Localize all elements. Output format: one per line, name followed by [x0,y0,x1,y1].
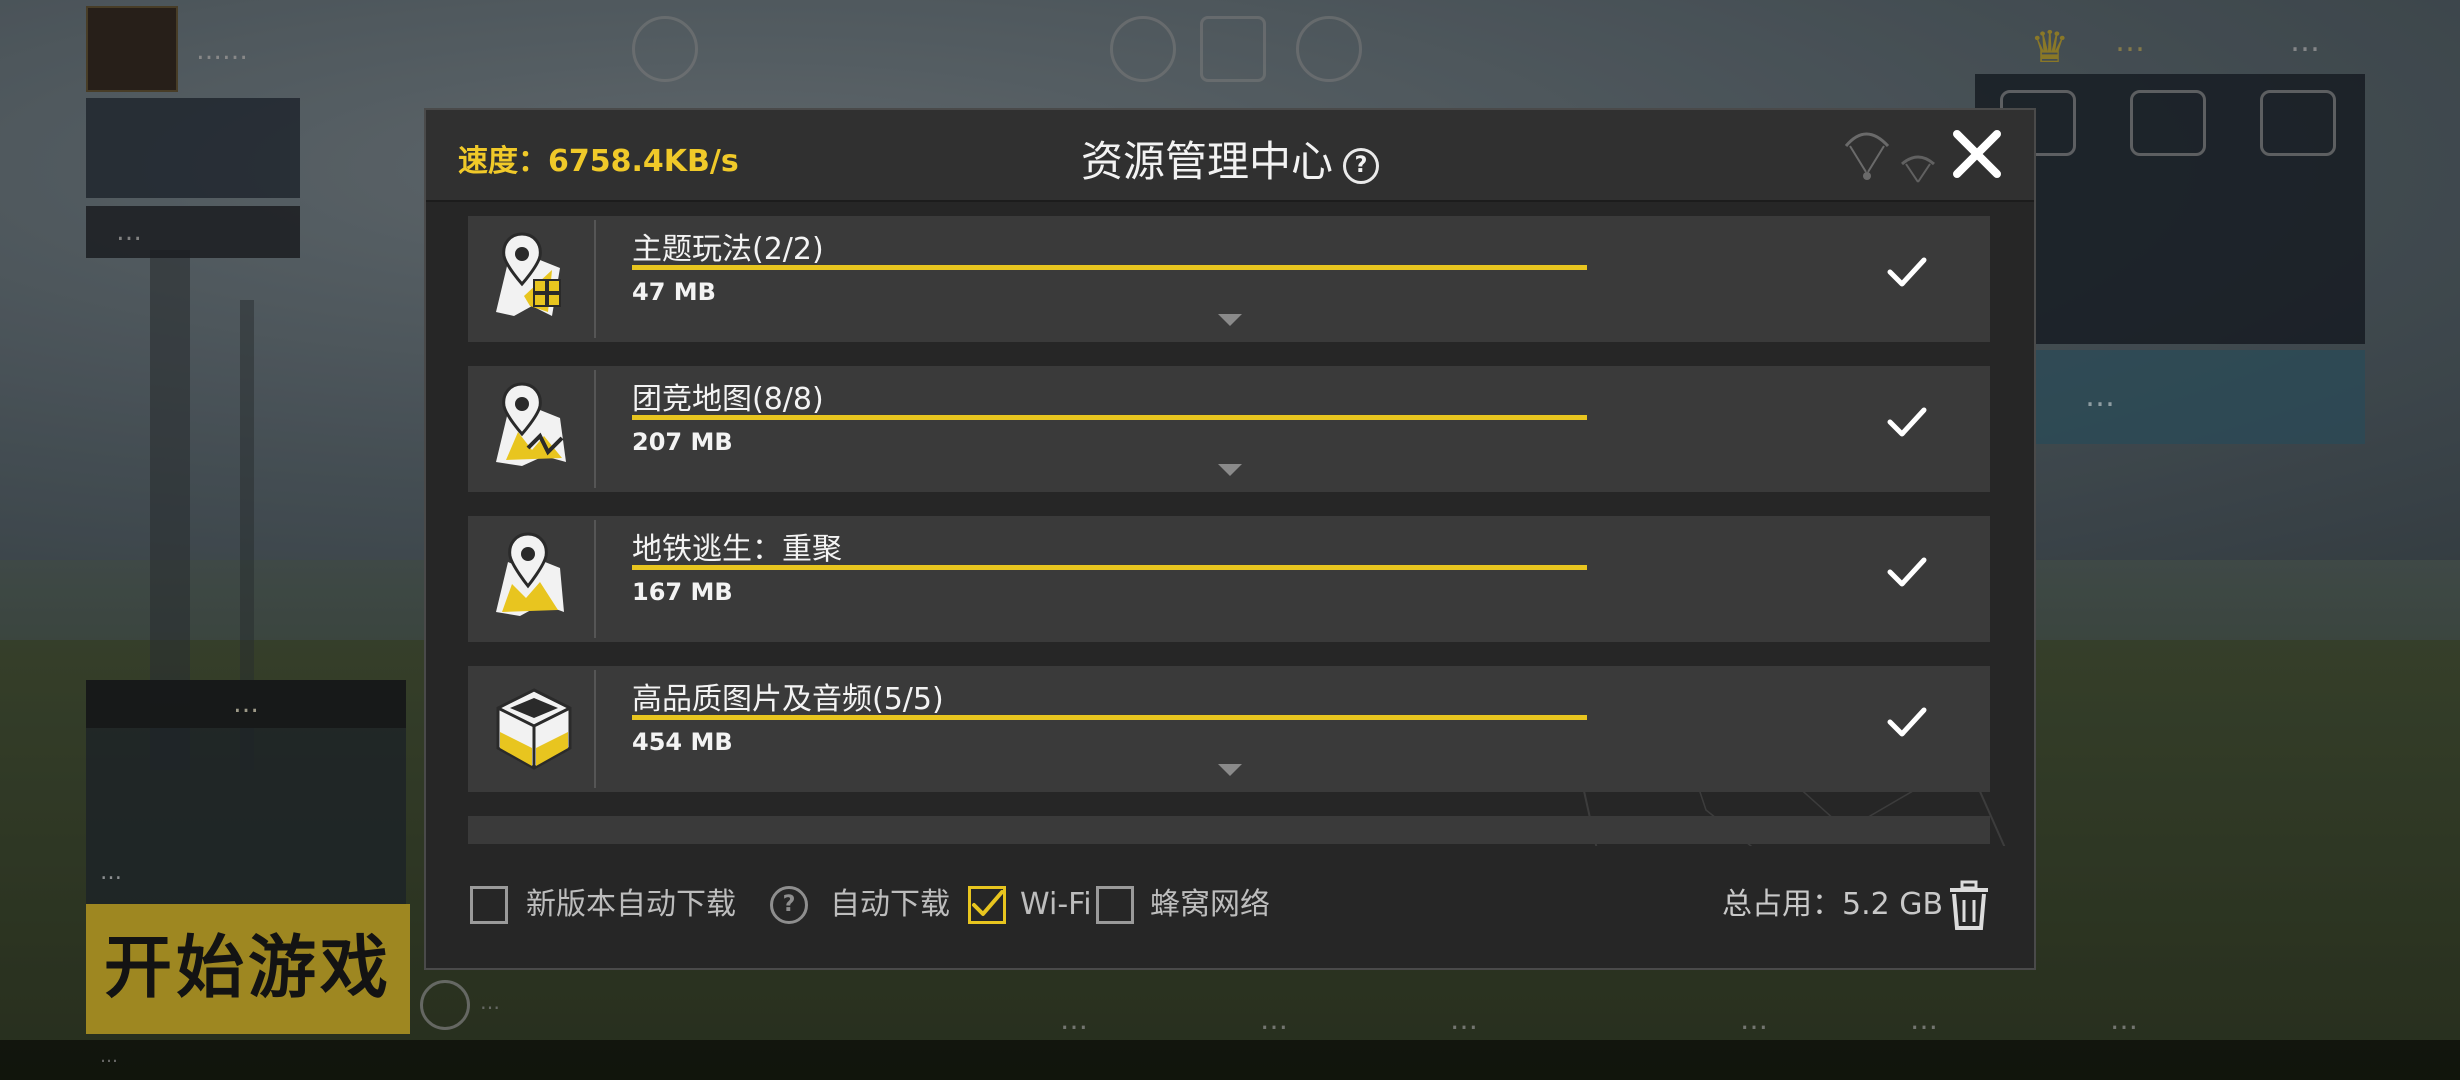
resource-row-partial[interactable] [468,816,1990,844]
dialog-footer: 新版本自动下载 ? 自动下载 Wi-Fi 蜂窝网络 总占用：5.2 GB [426,846,2034,968]
resource-row-hq-media[interactable]: 高品质图片及音频(5/5) 454 MB [468,666,1990,792]
help-icon[interactable]: ? [1343,148,1379,184]
dialog-title-wrap: 资源管理中心? [426,128,2034,189]
resource-title: 高品质图片及音频(5/5) [632,682,944,717]
progress-bar [632,715,1587,720]
close-icon [1953,130,2001,178]
resource-size: 167 MB [632,578,733,606]
resource-title: 地铁逃生：重聚 [632,532,842,567]
resource-row-theme-modes[interactable]: 主题玩法(2/2) 47 MB [468,216,1990,342]
expand-arrow-icon[interactable] [1218,314,1242,326]
resource-size: 207 MB [632,428,733,456]
map-pin-grid-icon [496,232,561,316]
dialog-title: 资源管理中心 [1080,137,1333,186]
expand-arrow-icon[interactable] [1218,464,1242,476]
resource-size: 47 MB [632,278,716,306]
check-icon [1887,257,1927,287]
checkmark-icon [972,890,1004,916]
dialog-header: 速度：6758.4KB/s 资源管理中心? [426,110,2034,202]
cellular-label[interactable]: 蜂窝网络 [1150,886,1270,924]
trash-icon[interactable] [1946,880,1992,930]
check-icon [1887,557,1927,587]
cellular-checkbox[interactable] [1096,886,1134,924]
progress-bar [632,265,1587,270]
map-pin-route-icon [496,382,566,466]
wifi-label[interactable]: Wi-Fi [1020,886,1092,924]
auto-download-label: 自动下载 [830,887,950,922]
map-pin-icon [496,532,564,616]
resource-title: 主题玩法(2/2) [632,232,824,267]
progress-bar [632,415,1587,420]
expand-arrow-icon[interactable] [1218,764,1242,776]
row-divider [594,670,596,788]
row-divider [594,370,596,488]
row-divider [594,520,596,638]
check-icon [1887,707,1927,737]
close-button[interactable] [1946,124,2008,186]
resource-title: 团竞地图(8/8) [632,382,824,417]
cube-icon [496,688,572,770]
resource-manager-dialog: 速度：6758.4KB/s 资源管理中心? 主题玩法(2/2) 47 MB 团竞… [424,108,2036,970]
check-icon [1887,407,1927,437]
row-divider [594,220,596,338]
parachute-decoration-icon [1844,132,1935,183]
resource-size: 454 MB [632,728,733,756]
auto-update-checkbox[interactable] [470,886,508,924]
resource-row-team-maps[interactable]: 团竞地图(8/8) 207 MB [468,366,1990,492]
auto-update-label[interactable]: 新版本自动下载 [526,886,736,924]
resource-row-metro[interactable]: 地铁逃生：重聚 167 MB [468,516,1990,642]
progress-bar [632,565,1587,570]
total-usage: 总占用：5.2 GB [1722,887,1944,922]
resource-list[interactable]: 主题玩法(2/2) 47 MB 团竞地图(8/8) 207 MB 地铁逃生：重聚… [426,202,2034,844]
wifi-checkbox[interactable] [968,886,1006,924]
auto-update-help-icon[interactable]: ? [770,886,808,924]
